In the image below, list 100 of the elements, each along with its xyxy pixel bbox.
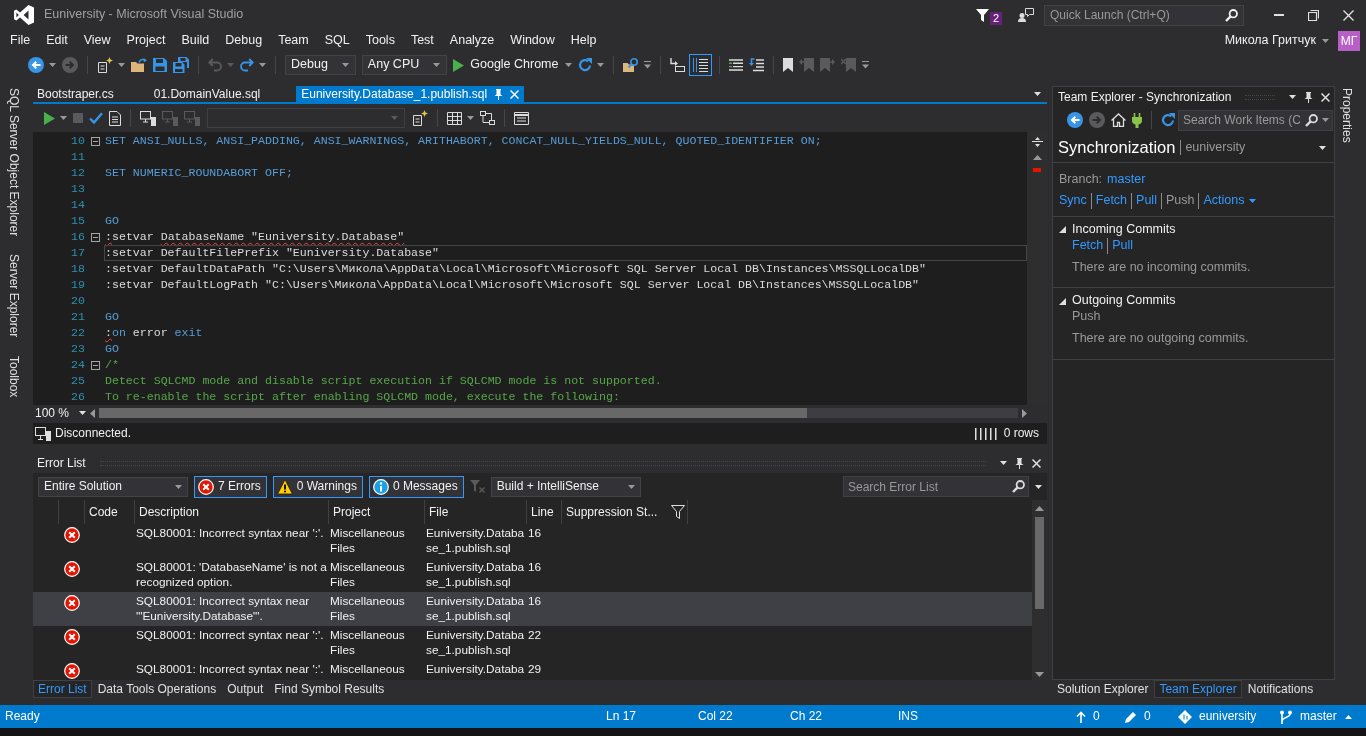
column-header[interactable]: Description: [135, 500, 329, 524]
scrollbar[interactable]: [1032, 500, 1047, 680]
error-row[interactable]: SQL80001: Incorrect syntax near ':'. Miscellaneous Files Euniversity.Database_1.publish.sql 22: [33, 626, 1032, 660]
section-title[interactable]: Incoming Commits: [1072, 222, 1176, 238]
panel-tab[interactable]: Error List: [33, 680, 92, 698]
arrow-up-icon[interactable]: [1032, 155, 1042, 160]
collapse-icon[interactable]: [90, 232, 100, 242]
funnel-icon[interactable]: [975, 8, 989, 22]
caret-icon[interactable]: [1000, 461, 1007, 465]
panel-tab[interactable]: Data Tools Operations: [92, 680, 222, 698]
action-link[interactable]: Pull: [1136, 192, 1157, 209]
pin-icon[interactable]: [1015, 457, 1024, 469]
diagram-icon[interactable]: [480, 111, 495, 125]
funnel-icon[interactable]: [671, 505, 686, 519]
start-button[interactable]: Google Chrome: [450, 54, 575, 76]
refresh-icon[interactable]: [1161, 113, 1175, 127]
action-link[interactable]: Fetch: [1095, 192, 1128, 209]
tool-tab[interactable]: SQL Server Object Explorer: [7, 86, 21, 239]
home-icon[interactable]: [1111, 113, 1126, 127]
menu-item[interactable]: Team: [270, 33, 317, 49]
window-icon[interactable]: [514, 111, 529, 125]
pin-icon[interactable]: [1304, 91, 1313, 103]
panel-tab[interactable]: Notifications: [1242, 680, 1319, 698]
menu-item[interactable]: Build: [173, 33, 218, 49]
menu-item[interactable]: Project: [118, 33, 174, 49]
open-folder-icon[interactable]: [131, 58, 147, 72]
document-tab[interactable]: Bootstraper.cs: [33, 86, 150, 102]
repository-name[interactable]: euniversity: [1199, 709, 1279, 724]
scope-dropdown[interactable]: Entire Solution: [38, 476, 188, 497]
notification-count[interactable]: 2: [989, 12, 1002, 25]
computer-icon[interactable]: [140, 110, 156, 126]
menu-item[interactable]: File: [2, 33, 39, 49]
arrow-lines-icon[interactable]: [748, 58, 764, 72]
save-all-icon[interactable]: [173, 57, 189, 73]
caret-icon[interactable]: [1035, 484, 1042, 489]
caret-up-icon[interactable]: [1345, 714, 1352, 719]
overflow-icon[interactable]: [643, 61, 651, 69]
caret-icon[interactable]: [596, 63, 604, 67]
feedback-icon[interactable]: [1018, 8, 1034, 22]
panel-tab[interactable]: Find Symbol Results: [269, 680, 390, 698]
overflow-icon[interactable]: [861, 61, 869, 69]
action-link[interactable]: Pull: [1112, 237, 1134, 254]
filter-toggle-button[interactable]: 0 Warnings: [272, 475, 363, 498]
panel-tab[interactable]: Team Explorer: [1154, 680, 1242, 698]
error-row[interactable]: SQL80001: Incorrect syntax near '"Euniversity.Database"'. Miscellaneous Files Euniversity.Database_1.publish.sql 16: [33, 592, 1032, 626]
column-header[interactable]: Project: [329, 500, 425, 524]
arrow-right-icon[interactable]: [1022, 408, 1027, 418]
search-icon[interactable]: [1225, 8, 1238, 22]
error-row[interactable]: SQL80001: Incorrect syntax near ':'. Miscellaneous Euniversity.Databa 29: [33, 660, 1032, 681]
scrollbar[interactable]: [99, 408, 1018, 418]
action-link[interactable]: Sync: [1059, 192, 1087, 209]
tool-tab[interactable]: Properties: [1340, 86, 1354, 145]
caret-icon[interactable]: [259, 63, 266, 67]
column-header[interactable]: File: [425, 500, 527, 524]
menu-item[interactable]: Edit: [38, 33, 76, 49]
toolbar-dropdown[interactable]: Any CPU: [361, 55, 448, 75]
panel-tab[interactable]: Output: [222, 680, 269, 698]
play-icon[interactable]: [44, 111, 55, 125]
grid-icon[interactable]: [447, 111, 462, 125]
menu-item[interactable]: Window: [502, 33, 563, 49]
source-dropdown[interactable]: Build + IntelliSense: [490, 476, 641, 497]
caret-icon[interactable]: [49, 63, 56, 67]
close-icon[interactable]: [1032, 458, 1041, 468]
search-field[interactable]: Search Work Items (C: [1178, 109, 1333, 131]
caret-icon[interactable]: [1322, 39, 1329, 43]
close-icon[interactable]: [1343, 9, 1354, 21]
back-icon[interactable]: [1067, 112, 1083, 128]
back-icon[interactable]: [28, 57, 44, 73]
column-header[interactable]: Suppression St...: [562, 500, 688, 524]
menu-item[interactable]: Test: [402, 33, 442, 49]
search-field[interactable]: Search Work Items (C: [1183, 111, 1301, 129]
error-row[interactable]: SQL80001: 'DatabaseName' is not a recognized option. Miscellaneous Files Euniversity.Database_1.publish.sql 16: [33, 558, 1032, 592]
tool-tab[interactable]: Toolbox: [7, 353, 21, 400]
filter-toggle-button[interactable]: 7 Errors: [194, 475, 267, 498]
menu-item[interactable]: View: [75, 33, 119, 49]
caret-icon[interactable]: [467, 116, 474, 120]
new-document-icon[interactable]: [97, 57, 113, 73]
column-header[interactable]: Line: [527, 500, 562, 524]
search-icon[interactable]: [1012, 480, 1025, 493]
scrollbar-thumb[interactable]: [1035, 517, 1044, 609]
collapse-icon[interactable]: [90, 136, 100, 146]
collapse-icon[interactable]: [90, 360, 100, 370]
caret-icon[interactable]: [118, 63, 125, 67]
caret-icon[interactable]: [1289, 95, 1296, 99]
quick-launch-field[interactable]: Quick Launch (Ctrl+Q): [1044, 4, 1244, 26]
arrow-down-icon[interactable]: [1035, 672, 1044, 677]
menu-item[interactable]: Debug: [217, 33, 271, 49]
filter-toggle-button[interactable]: 0 Messages: [368, 475, 464, 498]
pending-changes[interactable]: 0: [1144, 709, 1178, 724]
search-field[interactable]: Search Error List: [843, 476, 1029, 497]
folder-search-icon[interactable]: [622, 58, 638, 72]
search-field[interactable]: Search Error List: [848, 478, 1008, 495]
caret-icon[interactable]: [1034, 92, 1041, 96]
zoom-dropdown[interactable]: 100 %: [33, 405, 90, 421]
document-icon[interactable]: [109, 110, 121, 126]
document-tab[interactable]: 01.DomainValue.sql: [149, 86, 297, 102]
redo-icon[interactable]: [240, 58, 254, 72]
menu-item[interactable]: Help: [562, 33, 605, 49]
column-header[interactable]: Code: [85, 500, 135, 524]
error-row[interactable]: SQL80001: Incorrect syntax near ':'. Miscellaneous Files Euniversity.Database_1.publish.sql 16: [33, 524, 1032, 558]
